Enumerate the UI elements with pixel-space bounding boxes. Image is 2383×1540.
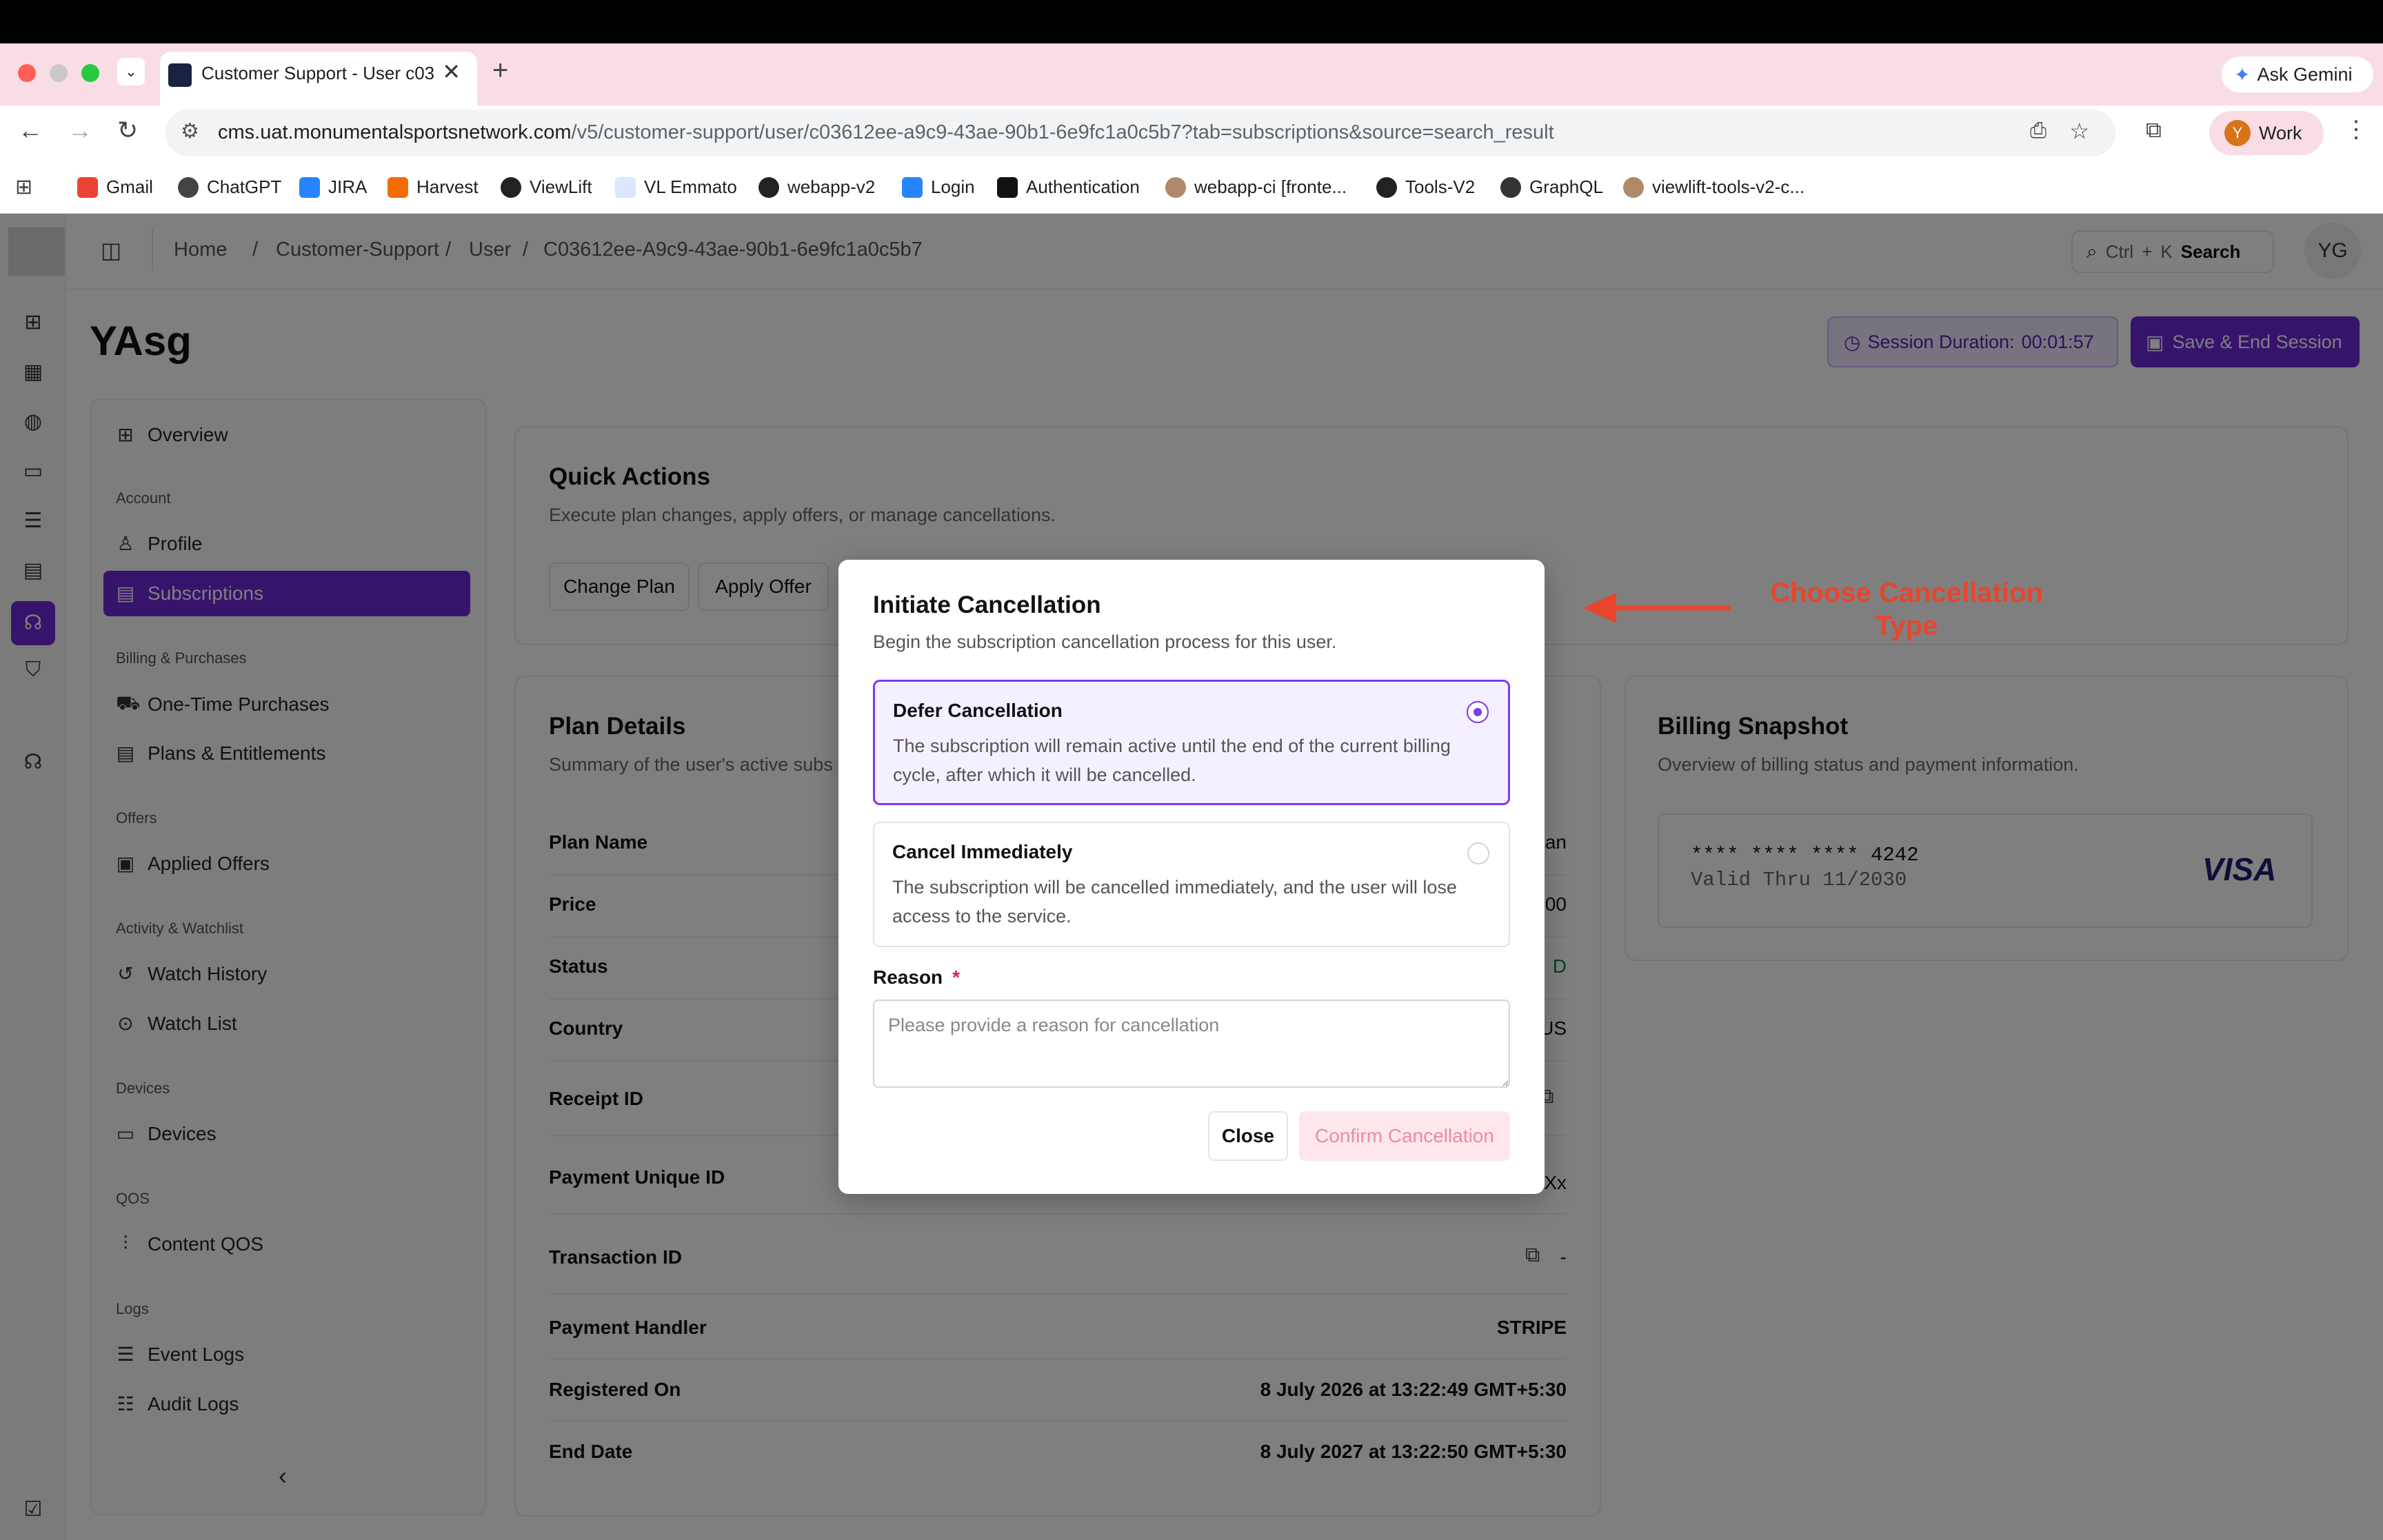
bookmark-login[interactable]: Login — [902, 176, 975, 198]
close-button[interactable]: Close — [1208, 1111, 1288, 1161]
annotation-text: Choose Cancellation Type — [1724, 576, 2089, 642]
bookmark-graphql[interactable]: GraphQL — [1500, 176, 1603, 198]
gmail-icon — [77, 176, 98, 198]
bookmark-tools-v2[interactable]: Tools-V2 — [1376, 176, 1475, 198]
bookmark-label: webapp-v2 — [787, 176, 876, 197]
forward-arrow-icon[interactable]: → — [68, 116, 92, 145]
url-path: /v5/customer-support/user/c03612ee-a9c9-… — [571, 121, 1554, 143]
auth-icon — [997, 176, 1018, 198]
option-description: The subscription will be cancelled immed… — [892, 877, 1457, 926]
bookmark-label: Harvest — [416, 176, 479, 197]
profile-avatar: Y — [2224, 120, 2251, 146]
option-title: Cancel Immediately — [892, 841, 1073, 862]
reason-label-text: Reason — [873, 966, 943, 988]
new-tab-button[interactable]: + — [492, 55, 508, 86]
harvest-icon — [388, 176, 408, 198]
bookmark-label: webapp-ci [fronte... — [1194, 176, 1347, 197]
address-url: cms.uat.monumentalsportsnetwork.com/v5/c… — [218, 121, 1554, 144]
radio-unselected[interactable] — [1467, 842, 1489, 864]
bookmark-label: viewlift-tools-v2-c... — [1652, 176, 1805, 197]
ask-gemini-button[interactable]: ✦ Ask Gemini — [2222, 57, 2373, 92]
tab-search-chevron-icon[interactable]: ⌄ — [117, 58, 145, 85]
github-icon — [501, 176, 521, 198]
option-description: The subscription will remain active unti… — [893, 736, 1451, 785]
bookmark-label: GraphQL — [1529, 176, 1603, 197]
bookmark-webapp-v2[interactable]: webapp-v2 — [758, 176, 875, 198]
bookmark-label: VL Emmato — [644, 176, 737, 197]
jenkins-icon — [1623, 176, 1644, 198]
extensions-puzzle-icon[interactable]: ⧉ — [2146, 117, 2162, 143]
bookmark-webapp-ci[interactable]: webapp-ci [fronte... — [1165, 176, 1347, 198]
reason-label: Reason * — [873, 966, 960, 989]
profile-label: Work — [2259, 122, 2302, 143]
emmato-icon — [615, 176, 636, 198]
cancel-immediately-option[interactable]: Cancel Immediately The subscription will… — [873, 822, 1510, 947]
bookmark-chatgpt[interactable]: ChatGPT — [178, 176, 281, 198]
reason-textarea[interactable] — [873, 1000, 1510, 1088]
url-host: cms.uat.monumentalsportsnetwork.com — [218, 121, 572, 143]
window-maximize-button[interactable] — [81, 64, 99, 82]
bookmark-label: Login — [931, 176, 975, 197]
site-settings-icon[interactable]: ⚙ — [181, 119, 199, 143]
github-icon — [758, 176, 779, 198]
bookmark-viewlift[interactable]: ViewLift — [501, 176, 592, 198]
globe-icon — [1500, 176, 1521, 198]
bookmark-jira[interactable]: JIRA — [299, 176, 367, 198]
bookmark-gmail[interactable]: Gmail — [77, 176, 153, 198]
initiate-cancellation-dialog: Initiate Cancellation Begin the subscrip… — [838, 560, 1545, 1194]
required-asterisk: * — [952, 966, 961, 988]
browser-menu-icon[interactable]: ⋮ — [2344, 116, 2368, 143]
option-title: Defer Cancellation — [893, 700, 1063, 721]
bookmark-harvest[interactable]: Harvest — [388, 176, 479, 198]
bookmark-label: ViewLift — [530, 176, 592, 197]
reload-icon[interactable]: ↻ — [117, 116, 138, 145]
confirm-cancellation-button[interactable]: Confirm Cancellation — [1299, 1111, 1510, 1161]
github-icon — [1376, 176, 1397, 198]
jira-icon — [299, 176, 320, 198]
bookmark-viewlift-tools[interactable]: viewlift-tools-v2-c... — [1623, 176, 1804, 198]
back-arrow-icon[interactable]: ← — [18, 116, 43, 145]
tab-favicon-icon — [168, 63, 192, 87]
chatgpt-icon — [178, 176, 199, 198]
jira-icon — [902, 176, 923, 198]
bookmark-star-icon[interactable]: ☆ — [2069, 118, 2089, 144]
install-app-icon[interactable]: ⎙ — [2030, 119, 2047, 143]
jenkins-icon — [1165, 176, 1186, 198]
address-bar[interactable]: ⚙ cms.uat.monumentalsportsnetwork.com/v5… — [165, 110, 2115, 156]
annotation-arrow-icon — [1583, 593, 1731, 623]
annotation-line-2: Type — [1875, 611, 1938, 641]
tab-title: Customer Support - User c03 — [201, 63, 435, 83]
tab-close-icon[interactable]: ✕ — [442, 59, 461, 85]
ask-gemini-label: Ask Gemini — [2257, 63, 2353, 85]
gemini-sparkle-icon: ✦ — [2234, 63, 2251, 85]
window-close-button[interactable] — [18, 64, 36, 82]
bookmark-label: ChatGPT — [207, 176, 282, 197]
dialog-subtitle: Begin the subscription cancellation proc… — [873, 631, 1337, 652]
bookmark-label: Gmail — [106, 176, 153, 197]
dialog-title: Initiate Cancellation — [873, 591, 1101, 618]
defer-cancellation-option[interactable]: Defer Cancellation The subscription will… — [873, 680, 1510, 805]
annotation-line-1: Choose Cancellation — [1770, 578, 2043, 608]
profile-button[interactable]: Y Work — [2209, 111, 2324, 155]
bookmark-label: JIRA — [328, 176, 368, 197]
bookmark-authentication[interactable]: Authentication — [997, 176, 1140, 198]
window-minimize-button[interactable] — [50, 64, 68, 82]
bookmark-label: Tools-V2 — [1405, 176, 1476, 197]
browser-tab-active[interactable]: Customer Support - User c03 ✕ — [160, 52, 477, 105]
apps-grid-icon[interactable]: ⊞ — [15, 175, 32, 199]
bookmark-label: Authentication — [1026, 176, 1140, 197]
bookmark-vl-emmato[interactable]: VL Emmato — [615, 176, 737, 198]
radio-selected[interactable] — [1467, 701, 1489, 723]
